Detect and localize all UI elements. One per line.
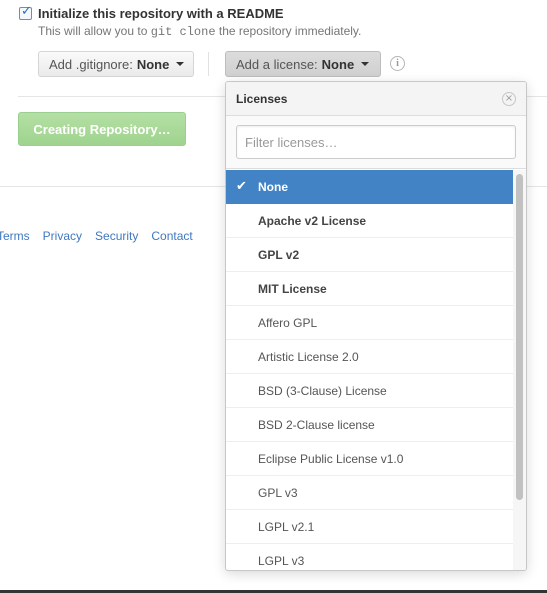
checkmark-icon: ✔ — [236, 179, 247, 194]
license-list: ✔ None Apache v2 License GPL v2 MIT Lice… — [226, 170, 513, 570]
license-item-label: LGPL v3 — [258, 553, 305, 568]
license-item-label: None — [258, 179, 288, 194]
gitignore-select-button[interactable]: Add .gitignore: None — [38, 51, 194, 77]
readme-help-prefix: This will allow you to — [38, 24, 148, 38]
gitignore-label: Add .gitignore: — [49, 56, 133, 72]
license-item-label: GPL v2 — [258, 247, 300, 262]
license-item-none[interactable]: ✔ None — [226, 170, 513, 204]
readme-help-text: This will allow you to git clone the rep… — [38, 24, 361, 40]
license-item-label: BSD (3-Clause) License — [258, 383, 387, 398]
footer-link-privacy[interactable]: Privacy — [43, 229, 82, 243]
license-item-gpl-v2[interactable]: GPL v2 — [226, 238, 513, 272]
scrollbar-thumb[interactable] — [516, 174, 523, 500]
license-item-label: BSD 2-Clause license — [258, 417, 375, 432]
license-item-lgpl-v2-1[interactable]: LGPL v2.1 — [226, 510, 513, 544]
filter-container — [226, 116, 526, 169]
footer-links: Terms Privacy Security Contact — [0, 229, 193, 243]
license-label: Add a license: — [236, 56, 318, 72]
footer-link-terms[interactable]: Terms — [0, 229, 30, 243]
checkbox-check-icon: ✓ — [21, 4, 32, 19]
readme-help-code: git clone — [150, 25, 216, 39]
license-item-label: LGPL v2.1 — [258, 519, 315, 534]
dropdown-title: Licenses — [236, 91, 288, 106]
license-item-eclipse[interactable]: Eclipse Public License v1.0 — [226, 442, 513, 476]
readme-checkbox[interactable]: ✓ — [19, 4, 32, 20]
dropdown-header: Licenses × — [226, 82, 526, 116]
footer-link-contact[interactable]: Contact — [151, 229, 192, 243]
readme-option[interactable]: ✓ Initialize this repository with a READ… — [19, 4, 284, 21]
dropdown-scrollbar[interactable] — [513, 170, 526, 570]
caret-down-icon — [176, 62, 185, 66]
readme-help-suffix: the repository immediately. — [218, 24, 362, 38]
license-value: None — [321, 56, 355, 72]
license-item-lgpl-v3[interactable]: LGPL v3 — [226, 544, 513, 570]
license-item-gpl-v3[interactable]: GPL v3 — [226, 476, 513, 510]
license-item-bsd-2-clause[interactable]: BSD 2-Clause license — [226, 408, 513, 442]
close-icon[interactable]: × — [502, 91, 516, 106]
license-item-mit[interactable]: MIT License — [226, 272, 513, 306]
license-item-label: Eclipse Public License v1.0 — [258, 451, 404, 466]
license-select-button[interactable]: Add a license: None — [225, 51, 381, 77]
license-item-affero-gpl[interactable]: Affero GPL — [226, 306, 513, 340]
license-item-label: Affero GPL — [258, 315, 318, 330]
readme-label: Initialize this repository with a README — [38, 6, 284, 21]
info-icon[interactable]: i — [390, 56, 405, 71]
license-item-label: GPL v3 — [258, 485, 298, 500]
licenses-dropdown: Licenses × ✔ None Apache v2 License GPL … — [225, 81, 527, 571]
license-item-label: Apache v2 License — [258, 213, 367, 228]
filter-licenses-input[interactable] — [236, 125, 516, 159]
button-divider — [208, 52, 209, 76]
license-item-bsd-3-clause[interactable]: BSD (3-Clause) License — [226, 374, 513, 408]
license-item-apache-v2[interactable]: Apache v2 License — [226, 204, 513, 238]
gitignore-value: None — [136, 56, 170, 72]
license-item-label: Artistic License 2.0 — [258, 349, 359, 364]
license-item-artistic-2[interactable]: Artistic License 2.0 — [226, 340, 513, 374]
caret-down-icon — [361, 62, 370, 66]
license-item-label: MIT License — [258, 281, 327, 296]
create-repository-button[interactable]: Creating Repository… — [18, 112, 186, 146]
footer-link-security[interactable]: Security — [95, 229, 138, 243]
